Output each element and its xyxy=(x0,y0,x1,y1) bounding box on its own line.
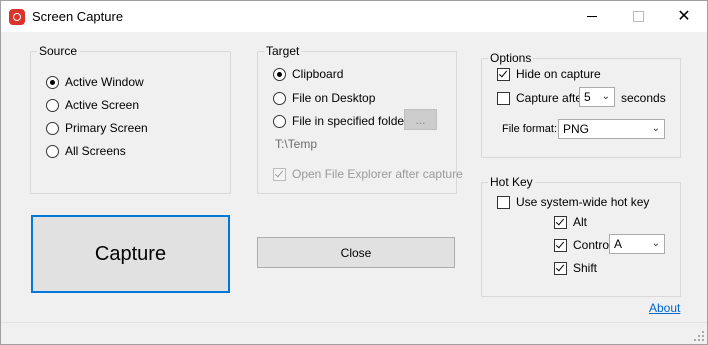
hide-on-capture-option[interactable]: Hide on capture xyxy=(497,67,601,81)
capture-after-option[interactable]: Capture after xyxy=(497,91,586,105)
delay-seconds-value: 5 xyxy=(584,90,591,104)
minimize-button[interactable] xyxy=(569,1,615,32)
radio-file-on-desktop[interactable]: File on Desktop xyxy=(273,91,375,105)
delay-seconds-select[interactable]: 5 ⌄ xyxy=(579,87,615,107)
radio-active-screen[interactable]: Active Screen xyxy=(46,98,139,112)
shift-option[interactable]: Shift xyxy=(554,261,597,275)
radio-label: Active Screen xyxy=(65,98,140,112)
open-explorer-checkbox xyxy=(273,167,286,181)
status-divider xyxy=(1,322,707,323)
radio-label: File on Desktop xyxy=(292,91,376,105)
radio-label: Clipboard xyxy=(292,67,344,81)
browse-folder-button[interactable]: ... xyxy=(404,109,437,130)
radio-primary-screen[interactable]: Primary Screen xyxy=(46,121,148,135)
hide-on-capture-label: Hide on capture xyxy=(516,67,601,81)
hotkey-legend: Hot Key xyxy=(490,175,533,189)
file-format-select[interactable]: PNG ⌄ xyxy=(558,119,665,139)
maximize-icon xyxy=(632,11,644,22)
close-icon: ✕ xyxy=(677,7,691,25)
camera-icon xyxy=(9,9,25,25)
control-checkbox[interactable] xyxy=(554,238,567,252)
use-hotkey-label: Use system-wide hot key xyxy=(516,195,650,209)
close-window-button[interactable]: ✕ xyxy=(661,1,707,32)
title-bar[interactable]: Screen Capture ✕ xyxy=(1,1,707,32)
open-explorer-option: Open File Explorer after capture xyxy=(273,167,463,181)
maximize-button xyxy=(615,1,661,32)
use-hotkey-option[interactable]: Use system-wide hot key xyxy=(497,195,649,209)
radio-button[interactable] xyxy=(46,121,59,135)
chevron-down-icon: ⌄ xyxy=(651,123,660,134)
radio-clipboard[interactable]: Clipboard xyxy=(273,67,343,81)
seconds-label: seconds xyxy=(621,91,666,105)
target-legend: Target xyxy=(266,44,300,58)
alt-label: Alt xyxy=(573,215,588,229)
radio-active-window[interactable]: Active Window xyxy=(46,75,144,89)
alt-checkbox[interactable] xyxy=(554,215,567,229)
radio-label: File in specified folder xyxy=(292,114,409,128)
close-button[interactable]: Close xyxy=(257,237,455,268)
open-explorer-label: Open File Explorer after capture xyxy=(292,167,463,181)
file-format-value: PNG xyxy=(563,122,590,136)
alt-option[interactable]: Alt xyxy=(554,215,587,229)
radio-button[interactable] xyxy=(273,114,286,128)
about-link[interactable]: About xyxy=(649,301,680,315)
radio-label: Active Window xyxy=(65,75,144,89)
hotkey-key-value: A xyxy=(614,237,623,251)
radio-button[interactable] xyxy=(273,67,286,81)
folder-path: T:\Temp xyxy=(275,137,318,151)
radio-file-in-folder[interactable]: File in specified folder xyxy=(273,114,408,128)
window-title: Screen Capture xyxy=(32,9,124,24)
radio-button[interactable] xyxy=(46,144,59,158)
hotkey-key-select[interactable]: A ⌄ xyxy=(609,234,665,254)
chevron-down-icon: ⌄ xyxy=(651,238,660,249)
radio-button[interactable] xyxy=(273,91,286,105)
radio-label: All Screens xyxy=(65,144,126,158)
chevron-down-icon: ⌄ xyxy=(601,91,610,102)
source-legend: Source xyxy=(39,44,78,58)
source-group: Source xyxy=(30,44,231,194)
minimize-icon xyxy=(587,16,597,17)
control-option[interactable]: Control xyxy=(554,238,612,252)
control-label: Control xyxy=(573,238,612,252)
radio-button[interactable] xyxy=(46,75,59,89)
hide-on-capture-checkbox[interactable] xyxy=(497,67,510,81)
capture-after-label: Capture after xyxy=(516,91,587,105)
capture-button[interactable]: Capture xyxy=(31,215,230,293)
radio-button[interactable] xyxy=(46,98,59,112)
shift-checkbox[interactable] xyxy=(554,261,567,275)
capture-after-checkbox[interactable] xyxy=(497,91,510,105)
file-format-label: File format: xyxy=(502,123,558,135)
shift-label: Shift xyxy=(573,261,598,275)
options-legend: Options xyxy=(490,51,532,65)
use-hotkey-checkbox[interactable] xyxy=(497,195,510,209)
screen-capture-window: Screen Capture ✕ Source Active Window Ac… xyxy=(0,0,708,345)
radio-all-screens[interactable]: All Screens xyxy=(46,144,126,158)
radio-label: Primary Screen xyxy=(65,121,148,135)
resize-grip[interactable] xyxy=(694,331,704,341)
